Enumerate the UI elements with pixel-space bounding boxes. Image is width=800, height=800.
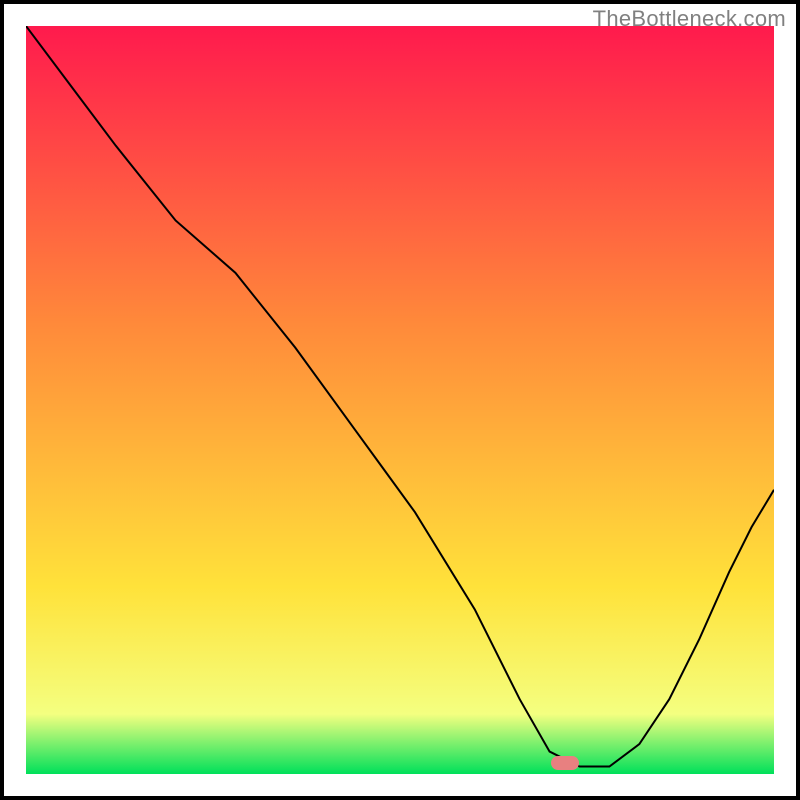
watermark-text: TheBottleneck.com bbox=[593, 6, 786, 32]
chart-svg bbox=[26, 26, 774, 774]
chart-plot-area bbox=[26, 26, 774, 774]
optimal-marker bbox=[551, 756, 579, 770]
gradient-background bbox=[26, 26, 774, 774]
chart-frame: TheBottleneck.com bbox=[0, 0, 800, 800]
